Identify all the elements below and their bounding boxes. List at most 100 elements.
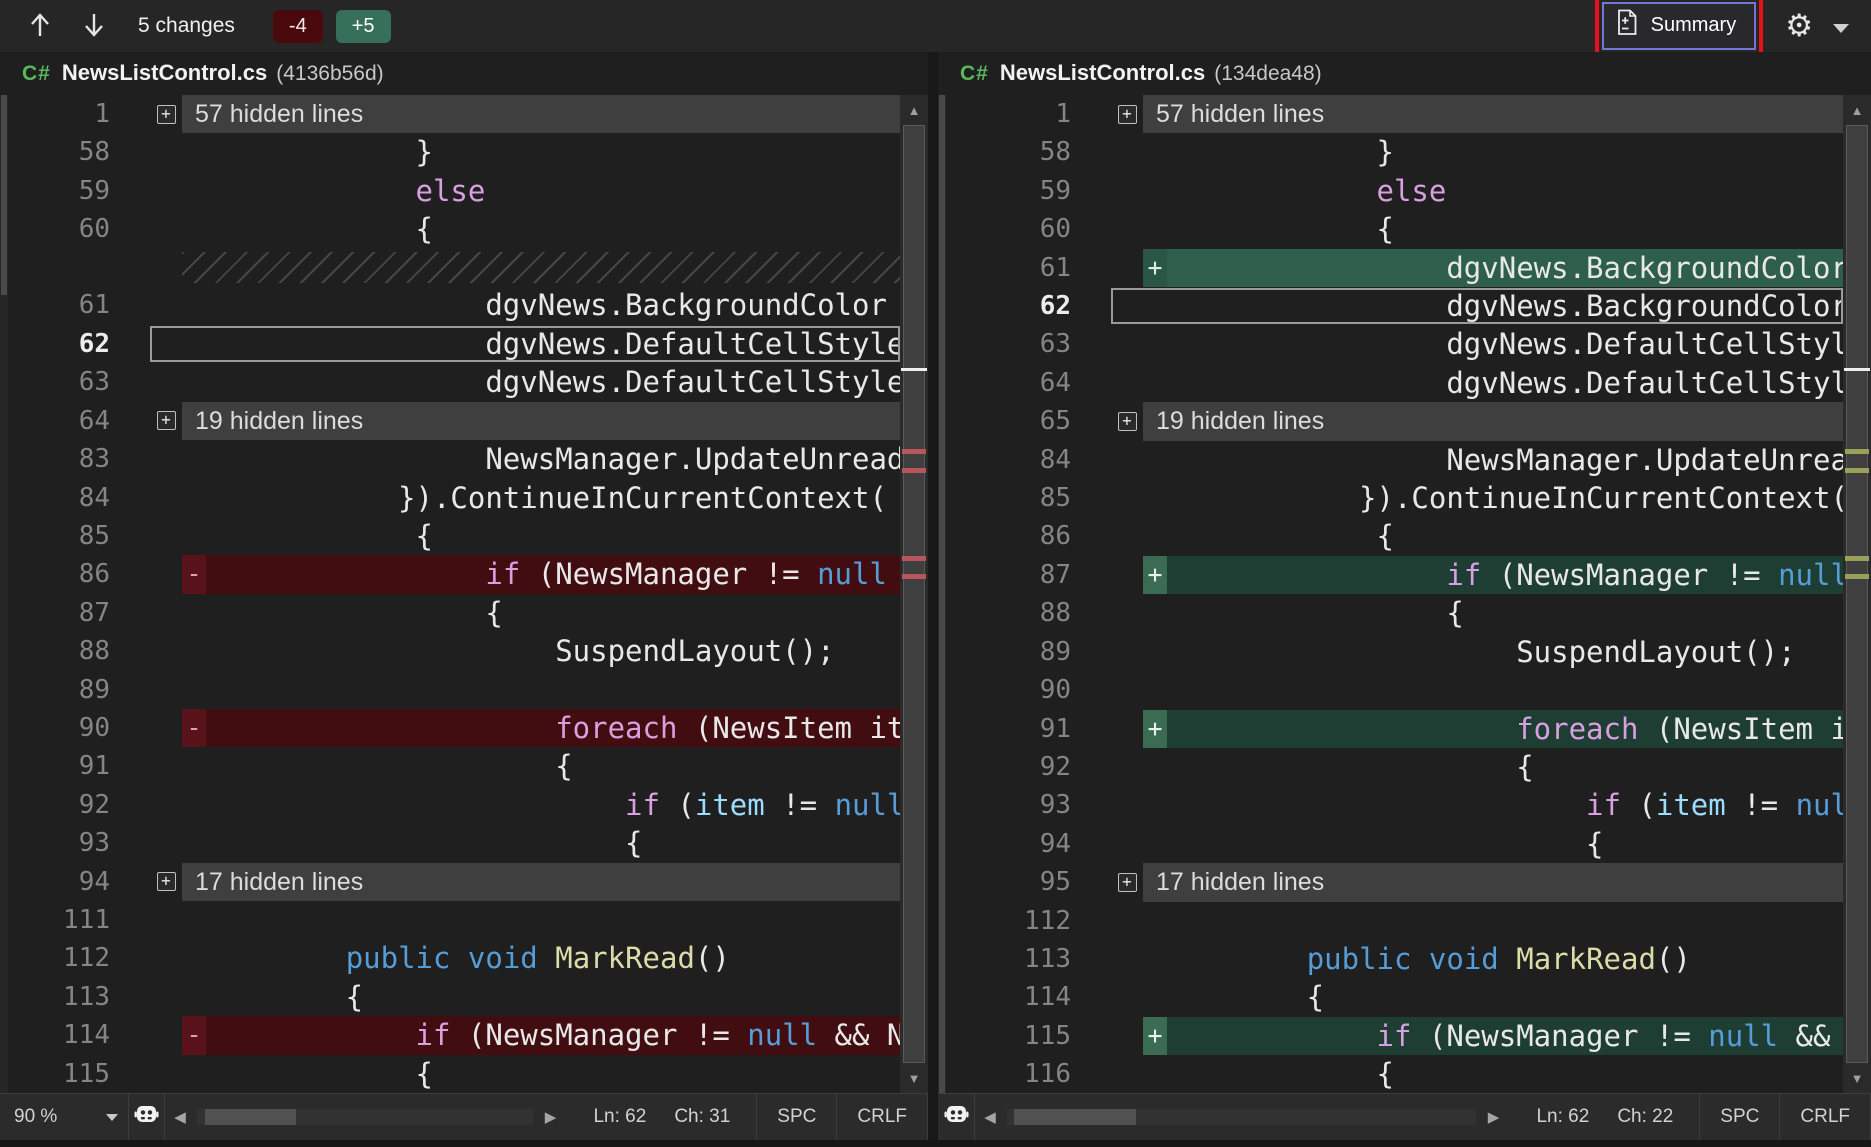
code-row[interactable]: 113 { [8,978,900,1016]
expand-hidden-lines-icon[interactable]: + [1111,402,1143,440]
code-row[interactable]: 58 } [8,133,900,171]
right-horizontal-scrollbar[interactable] [1007,1109,1476,1125]
code-area[interactable] [182,671,900,709]
code-row[interactable]: 59 else [8,172,900,210]
diff-placeholder-row[interactable] [8,249,900,287]
scroll-down-arrow-icon[interactable]: ▼ [1843,1066,1871,1090]
hidden-lines-bar[interactable]: 19 hidden lines [182,402,900,440]
whitespace-mode-button[interactable]: SPC [1699,1094,1779,1140]
expand-hidden-lines-icon[interactable]: + [150,863,182,901]
code-area[interactable]: if (item != null) [1143,786,1843,824]
code-area[interactable]: 17 hidden lines [1143,863,1843,901]
code-row[interactable]: 89 [8,671,900,709]
code-row[interactable]: 58 } [946,133,1843,171]
code-row[interactable]: 91 { [8,747,900,785]
pane-divider[interactable] [928,52,938,1140]
line-ending-button[interactable]: CRLF [836,1094,928,1140]
code-area[interactable]: { [1143,1055,1843,1093]
added-line-row[interactable]: 115+ if (NewsManager != null && N [946,1017,1843,1055]
right-vertical-scrollbar[interactable]: ▲ ▼ [1843,95,1871,1093]
code-row[interactable]: 113 public void MarkRead() [946,940,1843,978]
code-row[interactable]: 59 else [946,172,1843,210]
code-area[interactable]: { [1143,594,1843,632]
code-area[interactable]: - foreach (NewsItem item [182,709,900,747]
hidden-lines-bar[interactable]: 19 hidden lines [1143,402,1843,440]
code-row[interactable]: 61 dgvNews.BackgroundColor [8,286,900,324]
code-row[interactable]: 83 NewsManager.UpdateUnread [8,440,900,478]
code-area[interactable]: 17 hidden lines [182,863,900,901]
code-area[interactable]: public void MarkRead() [1143,940,1843,978]
code-row[interactable]: 85 }).ContinueInCurrentContext( [946,479,1843,517]
settings-gear-button[interactable]: ⚙ [1785,11,1813,42]
code-area[interactable]: { [1143,978,1843,1016]
code-row[interactable]: 84 }).ContinueInCurrentContext( [8,479,900,517]
code-area[interactable]: SuspendLayout(); [182,632,900,670]
code-row[interactable]: 88 SuspendLayout(); [8,632,900,670]
deleted-line-row[interactable]: 114- if (NewsManager != null && N [8,1016,900,1054]
scroll-up-arrow-icon[interactable]: ▲ [900,98,928,122]
code-area[interactable]: 19 hidden lines [182,402,900,440]
code-area[interactable]: { [1143,825,1843,863]
code-area[interactable]: }).ContinueInCurrentContext( [1143,479,1843,517]
code-row[interactable]: 111 [8,901,900,939]
code-area[interactable]: - if (NewsManager != null && N [182,1016,900,1054]
whitespace-mode-button[interactable]: SPC [756,1094,836,1140]
added-line-row[interactable]: 91+ foreach (NewsItem item [946,710,1843,748]
copilot-robot-button[interactable] [128,1094,165,1140]
code-area[interactable]: + foreach (NewsItem item [1143,710,1843,748]
scroll-down-arrow-icon[interactable]: ▼ [900,1066,928,1090]
hidden-lines-row[interactable]: 64+19 hidden lines [8,402,900,440]
code-area[interactable]: NewsManager.UpdateUnread [182,440,900,478]
code-row[interactable]: 84 NewsManager.UpdateUnread [946,441,1843,479]
code-area[interactable]: NewsManager.UpdateUnread [1143,441,1843,479]
hidden-lines-row[interactable]: 65+19 hidden lines [946,402,1843,440]
code-row[interactable]: 87 { [8,594,900,632]
hscroll-left-arrow[interactable]: ◀ [165,1108,195,1126]
code-area[interactable]: 57 hidden lines [182,95,900,133]
hscroll-right-arrow[interactable]: ▶ [1478,1108,1508,1126]
code-row[interactable]: 115 { [8,1055,900,1093]
code-area[interactable]: } [1143,133,1843,171]
code-area[interactable] [182,249,900,287]
code-area[interactable] [1143,671,1843,709]
left-vertical-scrollbar[interactable]: ▲ ▼ [900,95,928,1093]
left-scrollbar-thumb[interactable] [903,125,925,1063]
code-area[interactable]: - if (NewsManager != null && [182,555,900,593]
code-row[interactable]: 63 dgvNews.DefaultCellStyle [8,363,900,401]
deleted-line-row[interactable]: 90- foreach (NewsItem item [8,709,900,747]
code-row[interactable]: 93 { [8,824,900,862]
settings-dropdown-button[interactable] [1813,20,1863,33]
line-ending-button[interactable]: CRLF [1779,1094,1871,1140]
expand-hidden-lines-icon[interactable]: + [150,402,182,440]
code-row[interactable]: 92 { [946,748,1843,786]
code-area[interactable]: { [1143,210,1843,248]
code-area[interactable]: else [182,172,900,210]
code-area[interactable]: dgvNews.DefaultCellStyle [1143,325,1843,363]
summary-button[interactable]: Summary [1602,2,1757,50]
added-line-row-current-change[interactable]: 61+ dgvNews.BackgroundColor [946,249,1843,287]
code-area[interactable]: dgvNews.DefaultCellStyle [1143,364,1843,402]
current-line-row[interactable]: 62 dgvNews.BackgroundColor [946,287,1843,325]
code-area[interactable]: { [182,594,900,632]
code-area[interactable] [182,901,900,939]
code-area[interactable]: } [182,133,900,171]
hidden-lines-bar[interactable]: 57 hidden lines [1143,95,1843,133]
code-area[interactable]: { [1143,517,1843,555]
code-row[interactable]: 60 { [8,210,900,248]
code-row[interactable]: 90 [946,671,1843,709]
hidden-lines-bar[interactable]: 57 hidden lines [182,95,900,133]
expand-hidden-lines-icon[interactable]: + [1111,863,1143,901]
code-row[interactable]: 93 if (item != null) [946,786,1843,824]
code-row[interactable]: 85 { [8,517,900,555]
code-row[interactable]: 116 { [946,1055,1843,1093]
code-row[interactable]: 112 [946,902,1843,940]
code-area[interactable]: { [182,1055,900,1093]
code-row[interactable]: 60 { [946,210,1843,248]
code-area[interactable]: dgvNews.BackgroundColor [182,286,900,324]
code-area[interactable]: if (item != null) [182,786,900,824]
code-area[interactable]: + if (NewsManager != null && [1143,556,1843,594]
code-area[interactable]: SuspendLayout(); [1143,633,1843,671]
previous-change-button[interactable] [28,10,52,43]
hidden-lines-row[interactable]: 1+57 hidden lines [946,95,1843,133]
code-area[interactable]: { [182,824,900,862]
